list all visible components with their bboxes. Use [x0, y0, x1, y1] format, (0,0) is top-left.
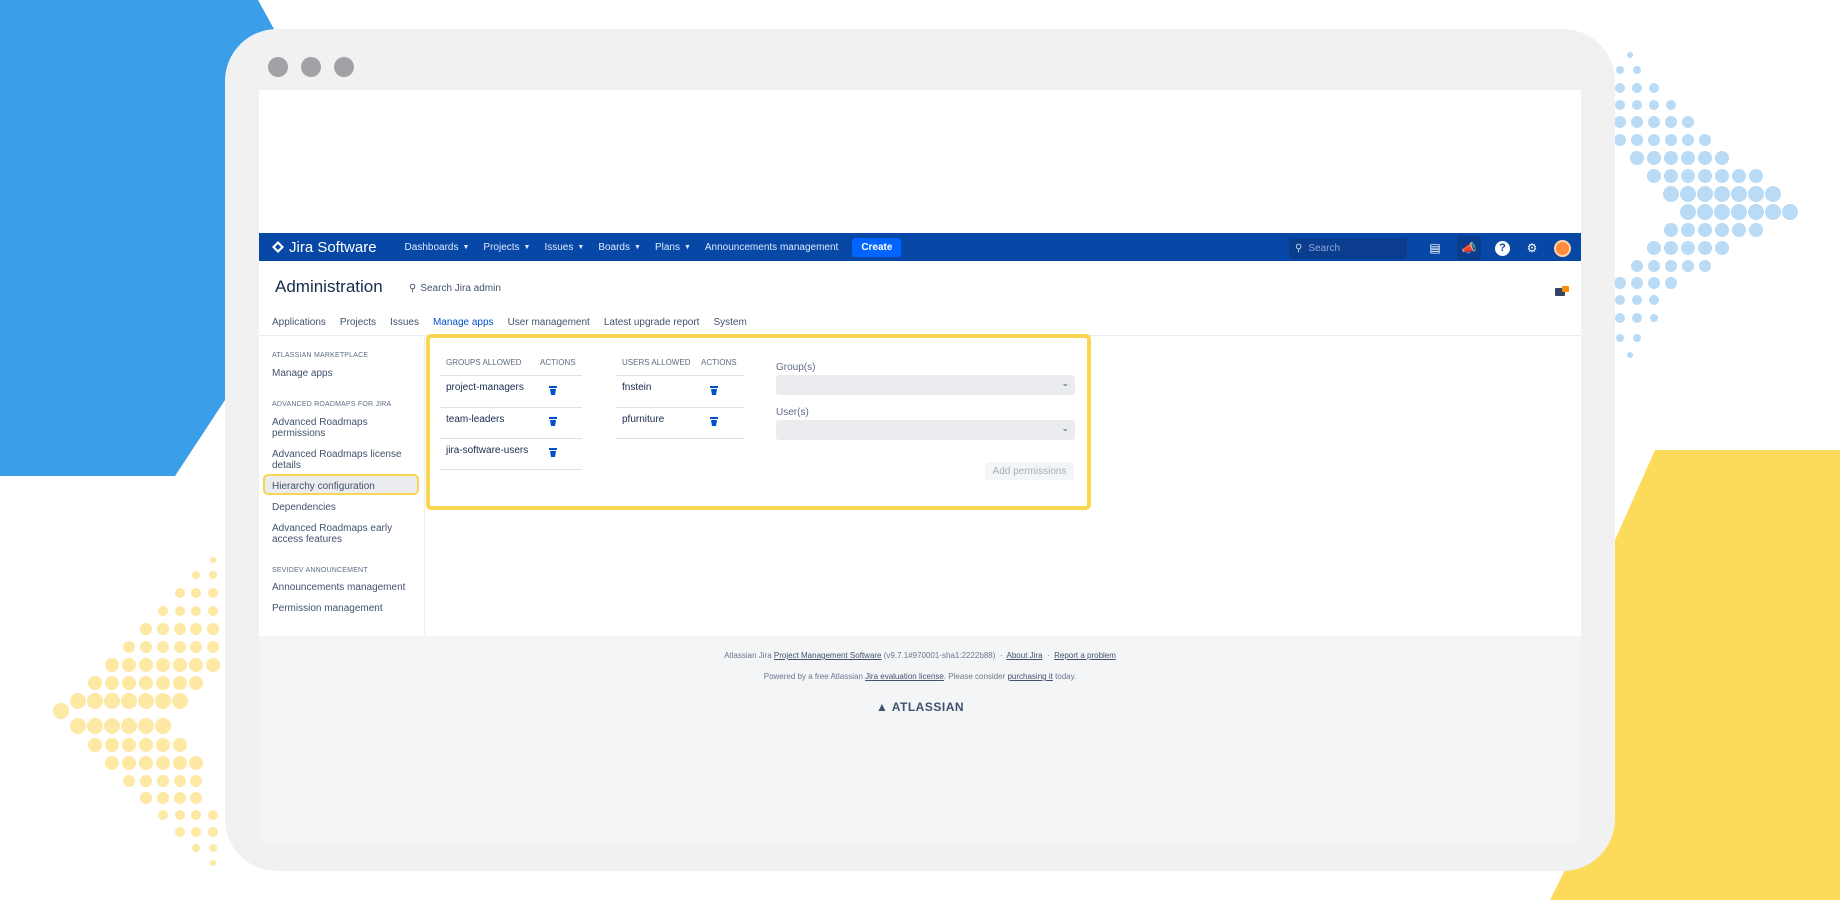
chevron-down-icon: ▼	[683, 243, 691, 251]
sidebar-item-early-access[interactable]: Advanced Roadmaps early access features	[272, 523, 412, 545]
nav-announcements-management[interactable]: Announcements management	[705, 242, 838, 253]
users-select[interactable]: ⌄	[776, 420, 1075, 440]
table-divider	[616, 407, 744, 408]
group-row-project-managers: project-managers	[446, 382, 524, 393]
table-divider	[440, 438, 582, 439]
trash-icon[interactable]	[710, 386, 718, 395]
users-label: User(s)	[776, 407, 809, 418]
users-actions-header: ACTIONS	[701, 358, 737, 367]
table-divider	[616, 438, 744, 439]
search-input[interactable]: ⚲ Search	[1289, 237, 1407, 259]
table-divider	[440, 469, 582, 470]
user-row-fnstein: fnstein	[622, 382, 652, 393]
tab-system[interactable]: System	[713, 317, 746, 328]
users-column-header: USERS ALLOWED	[622, 358, 691, 367]
window-dot-2[interactable]	[301, 57, 321, 77]
tab-applications[interactable]: Applications	[272, 317, 326, 328]
admin-search-label: Search Jira admin	[420, 283, 501, 294]
tab-user-management[interactable]: User management	[508, 317, 590, 328]
chevron-down-icon: ⌄	[1061, 423, 1069, 433]
sidebar-item-manage-apps[interactable]: Manage apps	[272, 368, 412, 379]
atlassian-mark-icon: ▲	[875, 700, 889, 714]
report-problem-link[interactable]: Report a problem	[1054, 651, 1116, 660]
tab-projects[interactable]: Projects	[340, 317, 376, 328]
sidebar-item-roadmaps-license[interactable]: Advanced Roadmaps license details	[272, 449, 412, 471]
groups-column-header: GROUPS ALLOWED	[446, 358, 522, 367]
sidebar-item-permission-management[interactable]: Permission management	[272, 603, 412, 614]
groups-actions-header: ACTIONS	[540, 358, 576, 367]
window-dot-3[interactable]	[334, 57, 354, 77]
logo-text: Jira Software	[289, 238, 377, 256]
nav-dashboards[interactable]: Dashboards ▼	[405, 242, 470, 253]
admin-search[interactable]: ⚲ Search Jira admin	[409, 283, 501, 294]
table-divider	[440, 407, 582, 408]
groups-label: Group(s)	[776, 362, 816, 373]
group-row-team-leaders: team-leaders	[446, 414, 505, 425]
atlassian-logo: ▲ ATLASSIAN	[875, 700, 965, 714]
trash-icon[interactable]	[549, 448, 557, 457]
project-management-link[interactable]: Project Management Software	[774, 651, 882, 660]
trash-icon[interactable]	[549, 386, 557, 395]
purchasing-link[interactable]: purchasing it	[1007, 672, 1052, 681]
tab-latest-upgrade-report[interactable]: Latest upgrade report	[604, 317, 700, 328]
sidebar-heading-advanced-roadmaps: ADVANCED ROADMAPS FOR JIRA	[272, 401, 392, 408]
nav-boards[interactable]: Boards ▼	[598, 242, 641, 253]
notes-icon[interactable]: ▤	[1427, 240, 1443, 256]
trash-icon[interactable]	[710, 417, 718, 426]
nav-plans[interactable]: Plans ▼	[655, 242, 691, 253]
nav-menu: Dashboards ▼ Projects ▼ Issues ▼ Boards ▼ Pl…	[405, 237, 902, 257]
page-footer	[259, 636, 1581, 842]
nav-issues[interactable]: Issues ▼	[544, 242, 584, 253]
admin-tabs: Applications Projects Issues Manage apps…	[272, 317, 747, 328]
about-jira-link[interactable]: About Jira	[1007, 651, 1043, 660]
jira-diamond-icon	[272, 241, 284, 253]
window-controls	[268, 57, 354, 77]
chevron-down-icon: ▼	[523, 243, 531, 251]
evaluation-license-link[interactable]: Jira evaluation license	[865, 672, 944, 681]
window-dot-1[interactable]	[268, 57, 288, 77]
page-title: Administration	[275, 277, 383, 296]
sidebar-heading-marketplace: ATLASSIAN MARKETPLACE	[272, 352, 369, 359]
chevron-down-icon: ▼	[634, 243, 641, 251]
search-icon: ⚲	[1295, 242, 1303, 254]
sidebar-item-dependencies[interactable]: Dependencies	[272, 502, 412, 513]
help-icon[interactable]: ?	[1495, 240, 1510, 256]
chevron-down-icon: ▼	[462, 243, 470, 251]
browser-screen: Jira Software Dashboards ▼ Projects ▼ Issu…	[259, 90, 1581, 842]
nav-projects[interactable]: Projects ▼	[483, 242, 530, 253]
jira-logo[interactable]: Jira Software	[272, 239, 377, 256]
sidebar-item-hierarchy-configuration[interactable]: Hierarchy configuration	[272, 481, 412, 492]
tab-issues[interactable]: Issues	[390, 317, 419, 328]
table-divider	[616, 375, 744, 376]
user-row-pfurniture: pfurniture	[622, 414, 665, 425]
footer-line-2: Powered by a free Atlassian Jira evaluat…	[763, 672, 1077, 681]
footer-line-1: Atlassian Jira Project Management Softwa…	[724, 651, 1116, 660]
search-placeholder: Search	[1308, 242, 1341, 254]
announcement-icon[interactable]: 📣	[1457, 236, 1481, 260]
create-button[interactable]: Create	[852, 237, 902, 257]
feedback-icon[interactable]	[1555, 286, 1569, 300]
sidebar-heading-sevidev: SEVIDEV ANNOUNCEMENT	[272, 567, 368, 574]
search-icon: ⚲	[409, 283, 417, 294]
add-permissions-button[interactable]: Add permissions	[985, 462, 1074, 480]
group-row-jira-software-users: jira-software-users	[446, 445, 529, 456]
nav-right: ⚲ Search ▤ 📣 ? ⚙	[1289, 236, 1571, 260]
trash-icon[interactable]	[549, 417, 557, 426]
sidebar-item-roadmaps-permissions[interactable]: Advanced Roadmaps permissions	[272, 417, 412, 439]
groups-select[interactable]: ⌄	[776, 375, 1075, 395]
settings-icon[interactable]: ⚙	[1524, 240, 1540, 256]
chevron-down-icon: ⌄	[1061, 378, 1069, 388]
avatar[interactable]	[1554, 239, 1571, 257]
tab-manage-apps[interactable]: Manage apps	[433, 317, 494, 328]
sidebar-item-announcements-management[interactable]: Announcements management	[272, 582, 412, 593]
chevron-down-icon: ▼	[577, 243, 585, 251]
jira-top-nav: Jira Software Dashboards ▼ Projects ▼ Issu…	[259, 233, 1581, 261]
table-divider	[440, 375, 582, 376]
